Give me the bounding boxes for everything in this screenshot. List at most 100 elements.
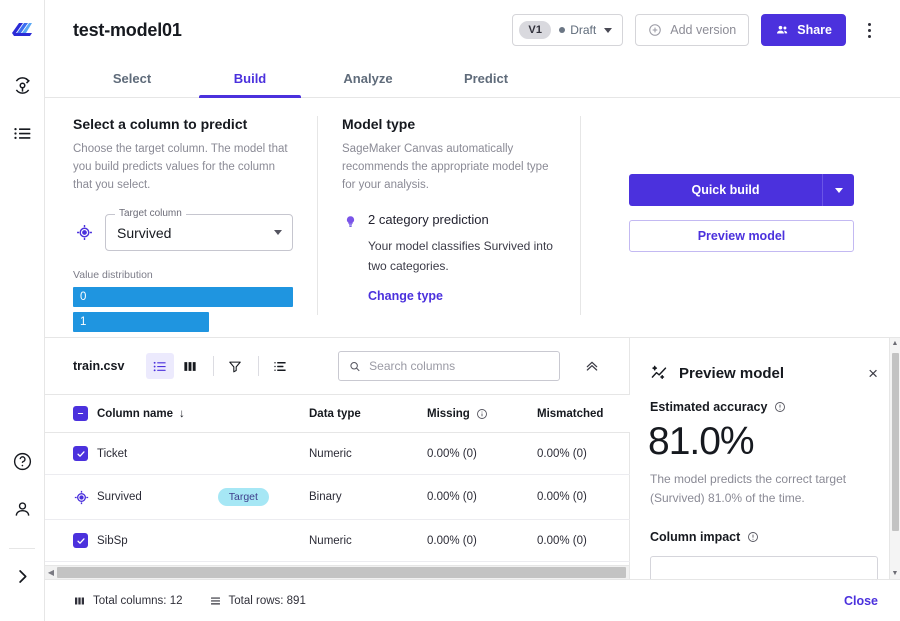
share-button[interactable]: Share — [761, 14, 846, 46]
workflow-tabs: Select Build Analyze Predict — [45, 60, 900, 98]
table-row[interactable]: Survived Target Binary 0.00% (0) 0.00% (… — [45, 474, 641, 521]
horizontal-scrollbar[interactable]: ◀ — [45, 565, 629, 579]
estimated-accuracy-value: 81.0% — [648, 420, 755, 464]
version-status: Draft — [559, 23, 596, 37]
help-icon[interactable] — [5, 444, 39, 478]
target-badge: Target — [217, 488, 269, 507]
model-type-body: 2 category prediction Your model classif… — [368, 212, 558, 305]
row-missing-cell: 0.00% (0) — [427, 432, 537, 476]
target-column-value: Survived — [117, 224, 172, 241]
main-column: test-model01 V1 Draft Add version Share … — [45, 0, 900, 621]
models-icon[interactable] — [5, 68, 39, 102]
account-icon[interactable] — [5, 492, 39, 526]
tab-predict[interactable]: Predict — [427, 60, 545, 97]
model-type-recommendation: 2 category prediction Your model classif… — [342, 212, 558, 305]
preview-model-button[interactable]: Preview model — [629, 220, 854, 252]
info-icon[interactable] — [774, 401, 786, 413]
sagemaker-canvas-logo[interactable] — [10, 20, 34, 42]
mismatched-header[interactable]: Mismatched — [537, 394, 641, 434]
estimated-accuracy-label: Estimated accuracy — [650, 400, 768, 415]
expand-icon[interactable] — [5, 559, 39, 593]
grid-view-icon[interactable] — [176, 353, 204, 379]
table-head: Column name ↓ Data type Missing Mismatch… — [45, 394, 641, 434]
target-column-row: Target column Survived — [73, 208, 293, 252]
add-version-label: Add version — [670, 23, 737, 37]
info-icon[interactable] — [747, 531, 759, 543]
row-select-cell — [45, 474, 97, 521]
column-name-value: Survived — [97, 491, 142, 504]
estimated-accuracy-row: Estimated accuracy — [650, 400, 878, 414]
datasets-list-icon[interactable] — [5, 116, 39, 150]
people-icon — [777, 25, 788, 34]
version-chip: V1 — [519, 21, 552, 39]
table-row[interactable]: SibSp Numeric 0.00% (0) 0.00% (0) — [45, 519, 641, 563]
tab-select[interactable]: Select — [73, 60, 191, 97]
row-mismatched-cell: 0.00% (0) — [537, 432, 641, 476]
status-dot-icon — [559, 27, 566, 33]
change-type-link[interactable]: Change type — [368, 289, 443, 303]
data-type-header[interactable]: Data type — [309, 394, 427, 434]
detail-list-icon[interactable] — [266, 353, 294, 379]
sparkle-chart-icon — [650, 364, 669, 382]
column-name-value: Ticket — [97, 447, 128, 460]
search-columns-box[interactable] — [338, 351, 561, 382]
rail-bottom-group — [5, 444, 39, 621]
columns-icon — [75, 597, 84, 604]
close-button[interactable]: Close — [844, 594, 878, 608]
missing-header-label: Missing — [427, 407, 470, 420]
columns-grid-panel: train.csv Search columns Column name ↓ D… — [45, 338, 641, 579]
preview-panel-scrollbar[interactable]: ▲ ▼ — [889, 338, 900, 579]
scroll-left-icon[interactable]: ◀ — [45, 568, 57, 577]
tab-analyze[interactable]: Analyze — [309, 60, 427, 97]
list-view-icon[interactable] — [146, 353, 175, 380]
more-options-icon[interactable] — [858, 15, 880, 45]
header-actions: V1 Draft Add version Share — [512, 14, 880, 46]
total-rows-label: Total rows: 891 — [228, 594, 306, 607]
rows-icon — [210, 597, 220, 604]
column-name-header-label: Column name — [97, 407, 174, 420]
grid-toolbar: train.csv — [45, 338, 629, 394]
row-checkbox[interactable] — [73, 446, 88, 462]
model-type-panel: Model type SageMaker Canvas automaticall… — [318, 116, 580, 337]
tab-build[interactable]: Build — [191, 60, 309, 98]
toolbar-divider-1 — [213, 356, 215, 377]
table-header-row: Column name ↓ Data type Missing Mismatch… — [45, 394, 641, 434]
row-missing-cell: 0.00% (0) — [427, 474, 537, 521]
value-distribution-label: Value distribution — [73, 269, 153, 282]
chevron-down-icon — [274, 230, 282, 236]
build-configuration: Select a column to predict Choose the ta… — [45, 98, 900, 339]
table-row[interactable]: Ticket Numeric 0.00% (0) 0.00% (0) — [45, 432, 641, 476]
missing-header[interactable]: Missing — [427, 394, 537, 434]
table-body: Ticket Numeric 0.00% (0) 0.00% (0) Survi… — [45, 432, 641, 563]
target-column-select[interactable]: Target column Survived — [105, 208, 293, 252]
collapse-panel-icon[interactable] — [579, 353, 605, 379]
quick-build-button[interactable]: Quick build — [629, 174, 822, 206]
preview-model-panel: Preview model × Estimated accuracy 81.0%… — [630, 338, 900, 579]
scrollbar-thumb[interactable] — [57, 567, 626, 578]
row-select-cell — [45, 519, 97, 563]
filter-icon[interactable] — [221, 353, 249, 379]
total-rows-status: Total rows: 891 — [209, 595, 306, 607]
scrollbar-thumb[interactable] — [891, 353, 899, 532]
dataset-file-name: train.csv — [73, 359, 125, 374]
model-type-detail: Your model classifies Survived into two … — [368, 239, 553, 273]
version-selector[interactable]: V1 Draft — [512, 14, 624, 46]
column-impact-placeholder — [650, 555, 878, 579]
distribution-bar-0-label: 0 — [80, 291, 87, 304]
add-version-button[interactable]: Add version — [635, 14, 750, 46]
search-input[interactable] — [369, 359, 550, 374]
target-icon[interactable] — [73, 489, 97, 506]
column-name-header[interactable]: Column name ↓ — [97, 394, 309, 434]
scroll-up-icon[interactable]: ▲ — [892, 340, 899, 347]
select-all-checkbox[interactable] — [73, 406, 88, 422]
status-bar: Total columns: 12 Total rows: 891 Close — [45, 579, 900, 621]
row-checkbox[interactable] — [73, 533, 88, 549]
preview-panel-body: Estimated accuracy 81.0% The model predi… — [630, 382, 900, 579]
model-type-title: Model type — [342, 116, 416, 132]
info-icon[interactable] — [476, 408, 488, 420]
model-type-description: SageMaker Canvas automatically recommend… — [342, 143, 549, 191]
quick-build-dropdown-button[interactable] — [822, 174, 854, 206]
close-icon[interactable]: × — [868, 365, 878, 382]
select-column-description: Choose the target column. The model that… — [73, 143, 288, 191]
scroll-down-icon[interactable]: ▼ — [892, 570, 899, 577]
